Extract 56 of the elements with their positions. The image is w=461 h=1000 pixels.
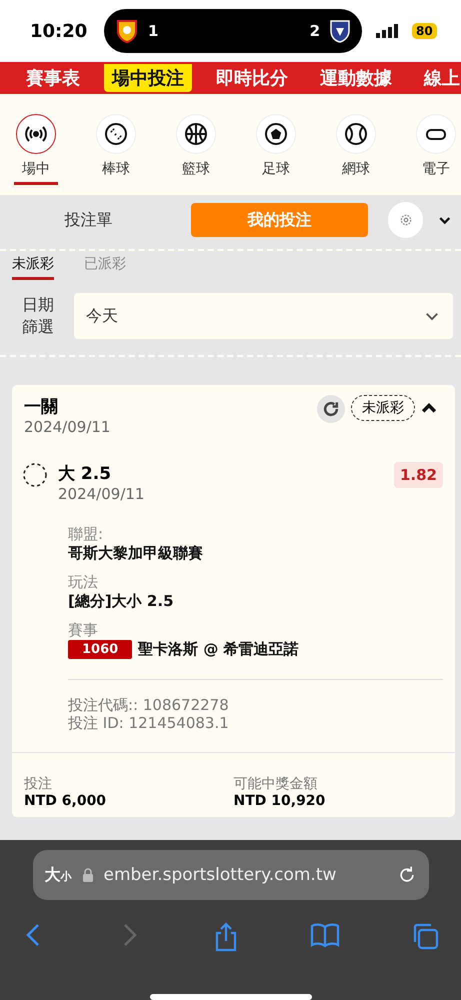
refresh-icon	[321, 399, 341, 419]
selection-date: 2024/09/11	[58, 485, 144, 503]
lock-icon	[82, 868, 94, 882]
nav-tab[interactable]: 賽事表	[18, 64, 88, 92]
selection-name: 大 2.5	[58, 463, 112, 485]
bet-code: 投注 ID: 121454083.1	[68, 714, 230, 732]
status-pill: 未派彩	[351, 395, 415, 421]
away-score: 2	[310, 22, 320, 40]
signal-icon	[376, 24, 398, 38]
basketball-icon	[184, 122, 208, 146]
bet-tab[interactable]: 投注單	[0, 203, 178, 237]
nav-tab[interactable]: 即時比分	[208, 64, 296, 92]
payout-label: 可能中獎金額	[234, 775, 318, 793]
date-select[interactable]: 今天	[74, 293, 453, 339]
home-score: 1	[148, 22, 158, 40]
field-value: 哥斯大黎加甲級聯賽	[68, 544, 203, 563]
refresh-button[interactable]	[317, 395, 345, 423]
url-text: ember.sportslottery.com.tw	[104, 865, 338, 886]
nav-tab[interactable]: 線上	[416, 64, 461, 92]
shield-icon	[330, 19, 350, 43]
match-number: 1060	[68, 640, 132, 659]
reader-button[interactable]: 大小	[44, 864, 72, 886]
baseball-icon	[104, 122, 128, 146]
field-label: 賽事	[68, 621, 99, 640]
settings-icon	[398, 213, 413, 227]
shield-icon	[116, 19, 138, 43]
stake-label: 投注	[24, 775, 53, 793]
sport-tab[interactable]: 網球	[334, 160, 378, 185]
nav-tab[interactable]: 場中投注	[104, 64, 192, 92]
sport-tab[interactable]: 籃球	[174, 160, 218, 185]
book-icon	[310, 922, 340, 948]
sport-button[interactable]	[16, 114, 56, 154]
filter-label: 日期篩選	[22, 294, 55, 338]
stake-value: NTD 6,000	[24, 793, 108, 809]
sport-tab[interactable]: 足球	[254, 160, 298, 185]
field-value: [總分]大小 2.5	[68, 592, 174, 611]
battery-level: 80	[412, 23, 437, 39]
sport-tab[interactable]: 電子	[414, 160, 458, 185]
field-value: 聖卡洛斯 @ 希雷迪亞諾	[138, 640, 299, 659]
address-bar[interactable]: 大小 ember.sportslottery.com.tw	[32, 850, 428, 900]
bet-code: 投注代碼:: 108672278	[68, 696, 230, 714]
pending-icon	[22, 462, 48, 488]
tennis-ball-icon	[344, 122, 368, 146]
status-tab[interactable]: 未派彩	[12, 255, 54, 280]
odds-value: 1.82	[394, 462, 443, 488]
bet-date: 2024/09/11	[24, 418, 110, 436]
nav-tab[interactable]: 運動數據	[312, 64, 400, 92]
field-label: 玩法	[68, 573, 99, 592]
sport-tab[interactable]: 場中	[14, 160, 58, 185]
tabs-icon	[411, 922, 439, 950]
clock-time: 10:20	[30, 20, 88, 42]
payout-value: NTD 10,920	[234, 793, 326, 809]
soccer-ball-icon	[264, 122, 288, 146]
sport-tab[interactable]: 棒球	[94, 160, 138, 185]
field-label: 聯盟:	[68, 525, 104, 544]
bet-type: 一關	[24, 396, 59, 418]
